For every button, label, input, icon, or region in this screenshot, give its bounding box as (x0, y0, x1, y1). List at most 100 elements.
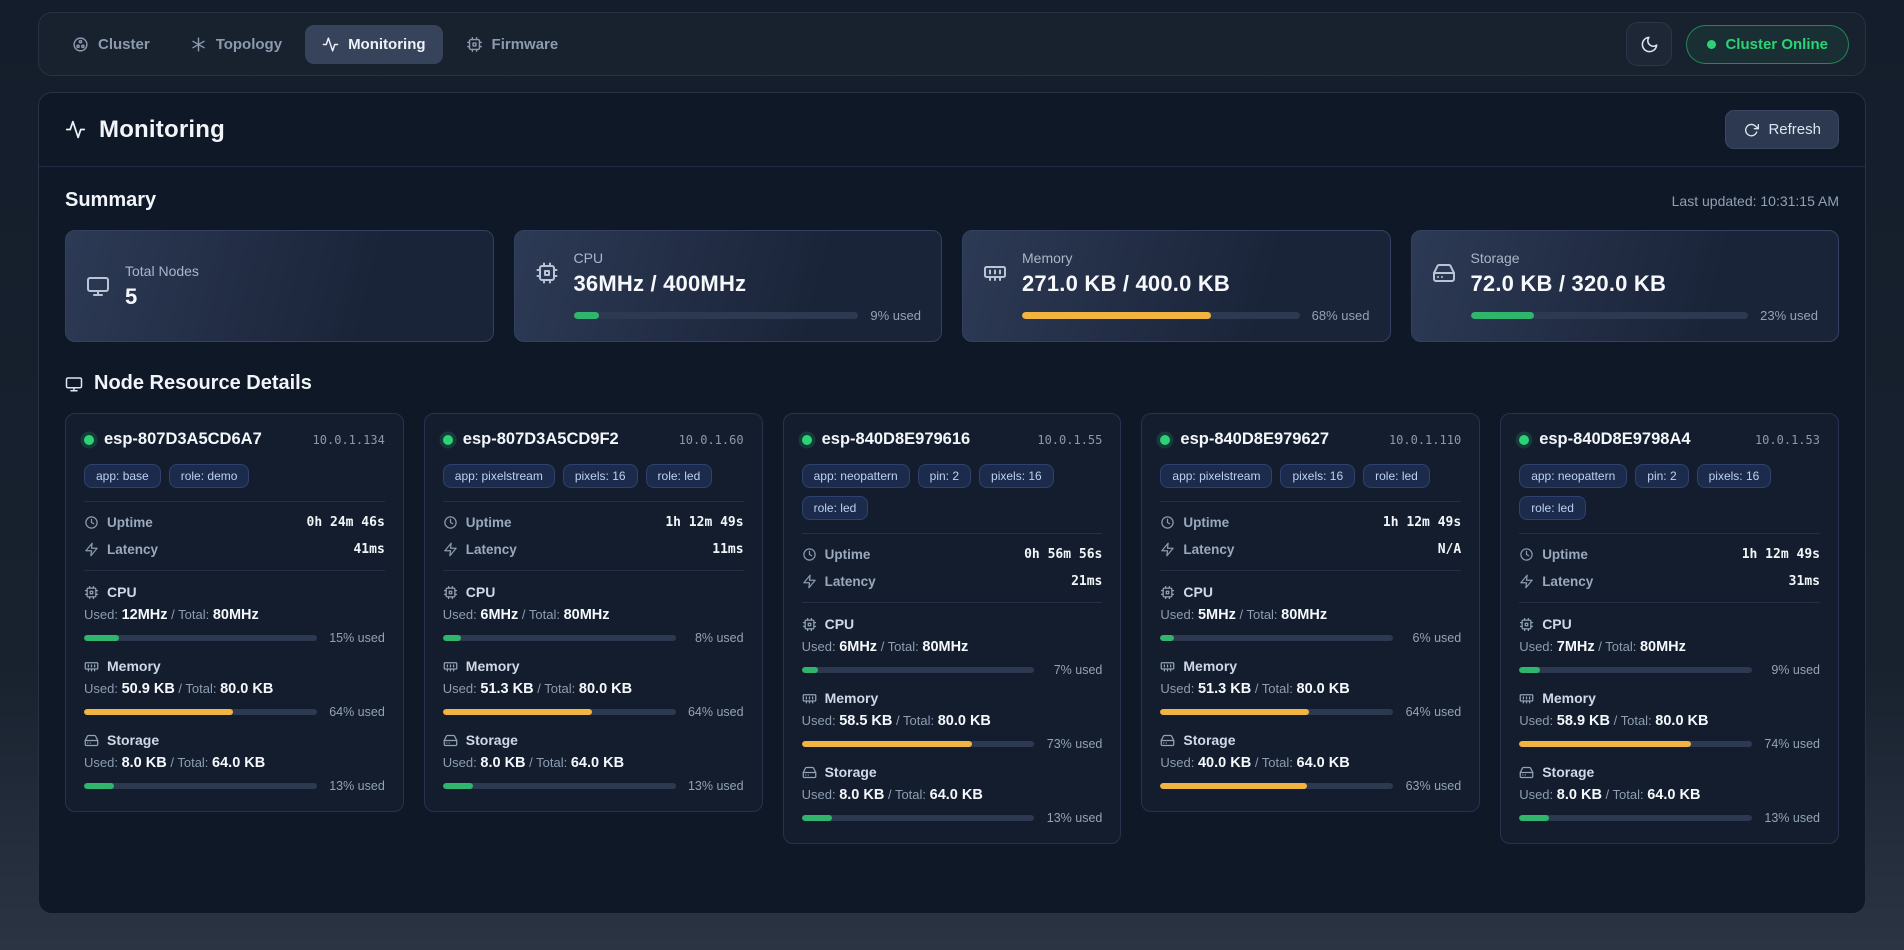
node-badge: app: pixelstream (443, 464, 555, 488)
progress-percent-label: 9% used (1762, 663, 1820, 677)
summary-cards: Total Nodes5CPU36MHz / 400MHz9% usedMemo… (65, 230, 1839, 342)
node-name: esp-807D3A5CD6A7 (104, 430, 262, 449)
stat-row-uptime: Uptime0h 56m 56s (802, 541, 1103, 568)
progress-percent-label: 13% used (327, 779, 385, 793)
metric-name: Storage (1183, 732, 1235, 748)
metric-storage: StorageUsed: 8.0 KB / Total: 64.0 KB13% … (1519, 764, 1820, 825)
metric-name: CPU (825, 616, 855, 632)
summary-card-label: Storage (1471, 250, 1667, 266)
tab-label: Topology (216, 36, 282, 53)
metric-usage: Used: 51.3 KB / Total: 80.0 KB (1160, 681, 1461, 697)
metric-name: Storage (466, 732, 518, 748)
stat-value: 11ms (712, 542, 743, 557)
metric-usage: Used: 8.0 KB / Total: 64.0 KB (84, 755, 385, 771)
metric-name: CPU (1542, 616, 1572, 632)
progress-bar (1471, 312, 1749, 319)
metric-name: CPU (107, 584, 137, 600)
metric-storage: StorageUsed: 8.0 KB / Total: 64.0 KB13% … (84, 732, 385, 793)
metric-cpu: CPUUsed: 6MHz / Total: 80MHz7% used (802, 616, 1103, 677)
progress-percent-label: 13% used (1762, 811, 1820, 825)
summary-card-value: 36MHz / 400MHz (574, 271, 747, 297)
metric-memory: MemoryUsed: 50.9 KB / Total: 80.0 KB64% … (84, 658, 385, 719)
progress-percent-label: 63% used (1403, 779, 1461, 793)
tab-topology[interactable]: Topology (173, 25, 299, 64)
node-badge: role: led (1519, 496, 1586, 520)
nav-tabs: Cluster Topology Monitoring Firmware (55, 25, 575, 64)
summary-card-value: 271.0 KB / 400.0 KB (1022, 271, 1230, 297)
refresh-button[interactable]: Refresh (1725, 110, 1839, 149)
storage-icon (802, 765, 817, 780)
cluster-status-button[interactable]: Cluster Online (1686, 25, 1849, 64)
node-stats: Uptime0h 56m 56sLatency21ms (802, 533, 1103, 603)
node-header: esp-807D3A5CD6A710.0.1.134 (84, 430, 385, 449)
node-card-esp-840d8e979627: esp-840D8E97962710.0.1.110 app: pixelstre… (1141, 413, 1480, 812)
progress-percent-label: 74% used (1762, 737, 1820, 751)
progress-percent-label: 64% used (327, 705, 385, 719)
node-badge: pixels: 16 (563, 464, 638, 488)
node-badge: app: base (84, 464, 161, 488)
node-badge: role: demo (169, 464, 250, 488)
stat-label: Uptime (1183, 515, 1229, 530)
stat-value: 0h 24m 46s (307, 515, 385, 530)
clock-icon (84, 515, 99, 530)
tab-label: Monitoring (348, 36, 425, 53)
node-badge: app: neopattern (802, 464, 910, 488)
node-ip: 10.0.1.60 (679, 433, 744, 447)
summary-card-value: 72.0 KB / 320.0 KB (1471, 271, 1667, 297)
metric-usage: Used: 40.0 KB / Total: 64.0 KB (1160, 755, 1461, 771)
progress-bar (802, 741, 1035, 747)
metric-storage: StorageUsed: 8.0 KB / Total: 64.0 KB13% … (802, 764, 1103, 825)
node-badges: app: pixelstreampixels: 16role: led (1160, 464, 1461, 488)
monitor-icon (65, 375, 83, 393)
progress-percent-label: 64% used (1403, 705, 1461, 719)
progress-bar (84, 635, 317, 641)
cpu-icon (443, 585, 458, 600)
cpu-icon (84, 585, 99, 600)
tab-label: Cluster (98, 36, 150, 53)
metric-name: Storage (825, 764, 877, 780)
nodes-header: Node Resource Details (65, 372, 1839, 395)
cpu-icon (802, 617, 817, 632)
metric-usage: Used: 8.0 KB / Total: 64.0 KB (1519, 787, 1820, 803)
stat-label: Latency (1542, 574, 1593, 589)
metric-storage: StorageUsed: 8.0 KB / Total: 64.0 KB13% … (443, 732, 744, 793)
progress-bar (443, 635, 676, 641)
metric-cpu: CPUUsed: 12MHz / Total: 80MHz15% used (84, 584, 385, 645)
node-header: esp-840D8E97962710.0.1.110 (1160, 430, 1461, 449)
node-ip: 10.0.1.53 (1755, 433, 1820, 447)
nodes-heading: Node Resource Details (94, 372, 312, 395)
node-badge: pin: 2 (1635, 464, 1688, 488)
metric-name: Memory (466, 658, 520, 674)
node-badges: app: neopatternpin: 2pixels: 16role: led (802, 464, 1103, 520)
storage-icon (1160, 733, 1175, 748)
metric-usage: Used: 7MHz / Total: 80MHz (1519, 639, 1820, 655)
metric-memory: MemoryUsed: 51.3 KB / Total: 80.0 KB64% … (1160, 658, 1461, 719)
progress-percent-label: 23% used (1760, 308, 1818, 323)
progress-bar (1160, 783, 1393, 789)
progress-bar (84, 783, 317, 789)
metric-usage: Used: 8.0 KB / Total: 64.0 KB (802, 787, 1103, 803)
progress-bar (802, 667, 1035, 673)
theme-toggle-button[interactable] (1626, 22, 1672, 66)
tab-cluster[interactable]: Cluster (55, 25, 167, 64)
clock-icon (1160, 515, 1175, 530)
metric-usage: Used: 8.0 KB / Total: 64.0 KB (443, 755, 744, 771)
metric-cpu: CPUUsed: 6MHz / Total: 80MHz8% used (443, 584, 744, 645)
summary-card-storage: Storage 72.0 KB / 320.0 KB 23% used (1411, 230, 1840, 342)
progress-bar (1519, 741, 1752, 747)
tab-firmware[interactable]: Firmware (449, 25, 576, 64)
nav-right: Cluster Online (1626, 22, 1849, 66)
metric-memory: MemoryUsed: 58.5 KB / Total: 80.0 KB73% … (802, 690, 1103, 751)
zap-icon (1519, 574, 1534, 589)
tab-monitoring[interactable]: Monitoring (305, 25, 442, 64)
node-badge: pixels: 16 (1280, 464, 1355, 488)
node-card-esp-840d8e9798a4: esp-840D8E9798A410.0.1.53app: neopattern… (1500, 413, 1839, 844)
stat-value: N/A (1438, 542, 1461, 557)
metric-name: CPU (1183, 584, 1213, 600)
node-badge: role: led (802, 496, 869, 520)
memory-icon (1519, 691, 1534, 706)
node-cards: esp-807D3A5CD6A710.0.1.134 app: base role:… (65, 413, 1839, 844)
storage-icon (1432, 261, 1456, 285)
stat-value: 41ms (353, 542, 384, 557)
node-badge: app: neopattern (1519, 464, 1627, 488)
